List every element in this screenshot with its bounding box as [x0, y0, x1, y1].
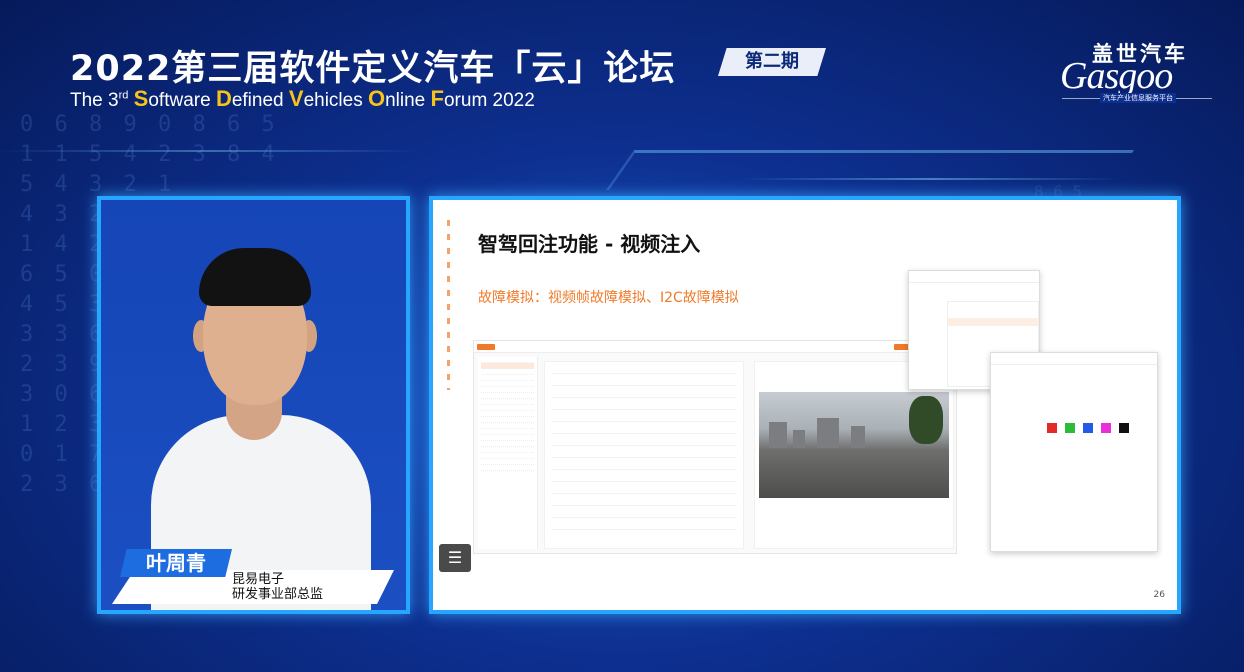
title-en-word-rest: orum 2022: [443, 90, 535, 111]
issue-badge: 第二期: [718, 48, 826, 76]
presentation-slide: 智驾回注功能 - 视频注入 故障模拟：视频帧故障模拟、I2C故障模拟 26: [429, 196, 1181, 614]
title-en-word-rest: efined: [231, 90, 289, 111]
street-scene-image: [759, 392, 949, 498]
menu-list-icon[interactable]: ☰: [439, 544, 471, 572]
title-en-capital: D: [215, 86, 232, 111]
screenshot-fault-config-popup: [990, 352, 1158, 552]
speaker-hair: [199, 248, 311, 306]
glow-line: [0, 150, 420, 152]
forum-title: 2022第三届软件定义汽车「云」论坛: [70, 49, 676, 89]
slide-page-number: 26: [1153, 590, 1165, 600]
speaker-company: 昆易电子: [232, 572, 285, 587]
speaker-photo: [101, 200, 406, 610]
logo-tagline: 汽车产业信息服务平台: [1100, 93, 1176, 103]
speaker-title: 研发事业部总监: [232, 587, 324, 602]
color-swatch-blue: [1083, 423, 1093, 433]
title-en-word-rest: nline: [385, 90, 431, 111]
slide-accent-decoration: [447, 220, 450, 390]
screenshot-toolbar: [474, 341, 956, 353]
forum-title-english: The 3rd Software Defined Vehicles Online…: [70, 86, 535, 111]
slide-title: 智驾回注功能 - 视频注入: [478, 232, 701, 256]
speaker-name: 叶周青: [120, 549, 232, 577]
tech-frame-decoration: [605, 150, 1135, 190]
color-swatch-red: [1047, 423, 1057, 433]
title-en-word-rest: ehicles: [303, 90, 368, 111]
color-swatch-green: [1065, 423, 1075, 433]
title-en-capital: S: [133, 86, 149, 111]
title-en-capital: O: [367, 86, 386, 111]
slide-subtitle: 故障模拟：视频帧故障模拟、I2C故障模拟: [478, 290, 739, 306]
screenshot-config-form: [544, 361, 744, 549]
glow-line: [740, 178, 1120, 180]
color-swatch-magenta: [1101, 423, 1111, 433]
title-en-capital: V: [288, 86, 304, 111]
title-en-word-rest: oftware: [148, 90, 216, 111]
screenshot-file-tree: [478, 357, 538, 549]
gasgoo-logo: Gasgoo: [1060, 55, 1173, 97]
title-en-capital: F: [430, 86, 444, 111]
color-swatch-black: [1119, 423, 1129, 433]
title-en-words: Software Defined Vehicles Online Forum 2…: [134, 86, 535, 111]
screenshot-button: [477, 344, 495, 350]
software-screenshot: [473, 340, 957, 554]
